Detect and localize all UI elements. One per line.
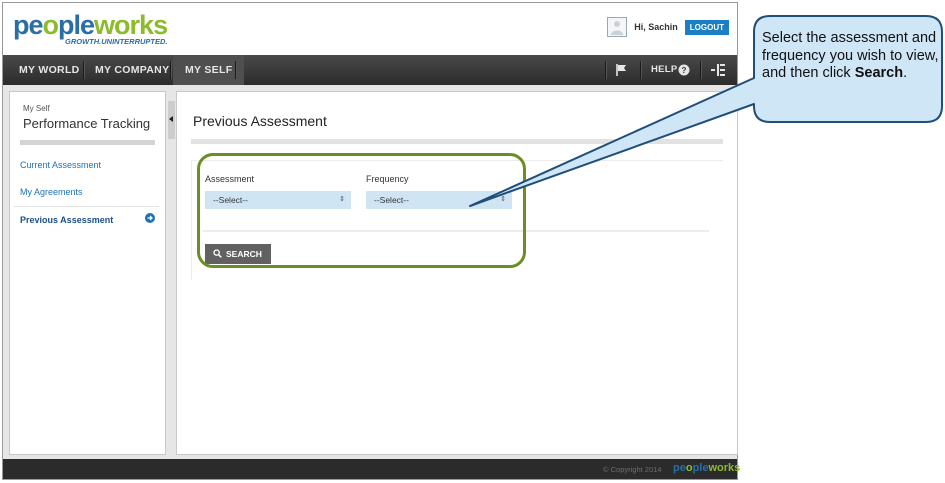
callout-text: Select the assessment and frequency you …	[762, 30, 939, 81]
